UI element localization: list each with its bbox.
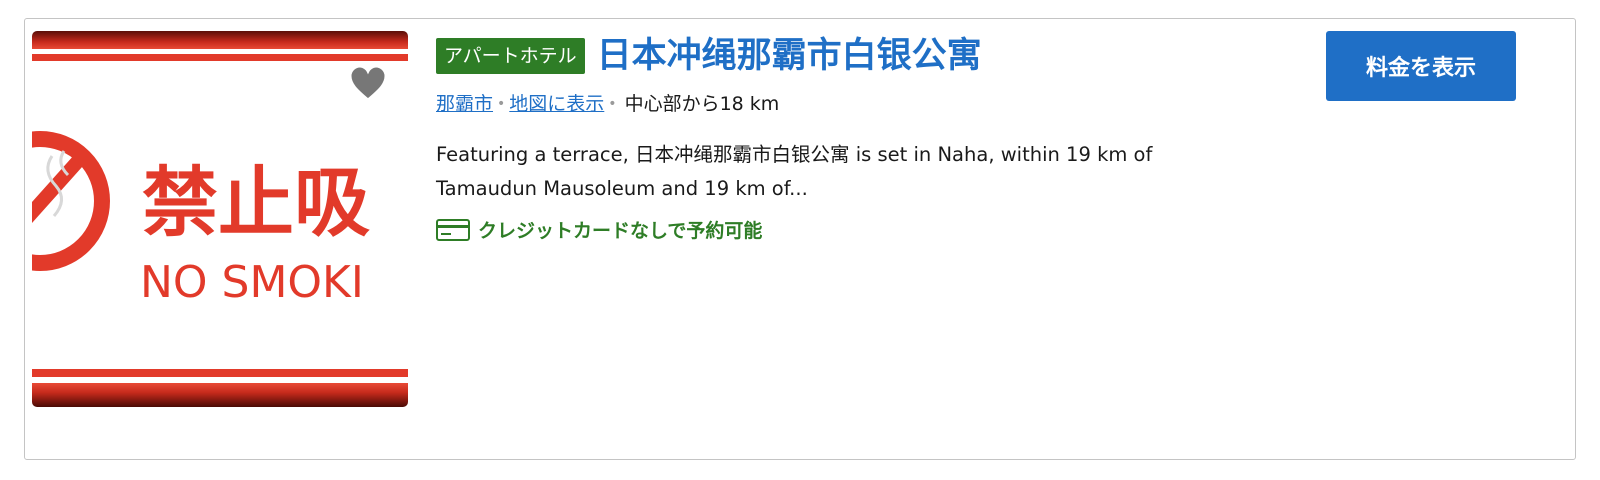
distance-from-center: 中心部から18 km bbox=[624, 93, 780, 115]
separator-dot: • bbox=[608, 96, 617, 112]
listing-info: アパートホテル 日本冲绳那霸市白银公寓 那霸市 • 地図に表示 • 中心部から1… bbox=[436, 36, 1296, 243]
favorite-button[interactable] bbox=[346, 62, 390, 106]
credit-card-icon bbox=[436, 218, 470, 241]
title-row: アパートホテル 日本冲绳那霸市白银公寓 bbox=[436, 36, 1296, 76]
show-on-map-link[interactable]: 地図に表示 bbox=[509, 92, 604, 116]
perk-label: クレジットカードなしで予約可能 bbox=[478, 220, 763, 242]
city-link[interactable]: 那霸市 bbox=[436, 92, 493, 116]
show-prices-button[interactable]: 料金を表示 bbox=[1326, 31, 1516, 101]
no-credit-card-perk: クレジットカードなしで予約可能 bbox=[436, 216, 1296, 243]
sign-en-text: NO SMOKI bbox=[140, 257, 364, 308]
separator-dot: • bbox=[497, 96, 506, 112]
location-row: 那霸市 • 地図に表示 • 中心部から18 km bbox=[436, 92, 1296, 116]
property-type-badge: アパートホテル bbox=[436, 38, 585, 74]
property-name-link[interactable]: 日本冲绳那霸市白银公寓 bbox=[597, 36, 982, 76]
heart-icon bbox=[348, 64, 388, 102]
property-description: Featuring a terrace, 日本冲绳那霸市白银公寓 is set … bbox=[436, 143, 1153, 200]
sign-jp-text: 禁止吸 bbox=[142, 158, 370, 247]
